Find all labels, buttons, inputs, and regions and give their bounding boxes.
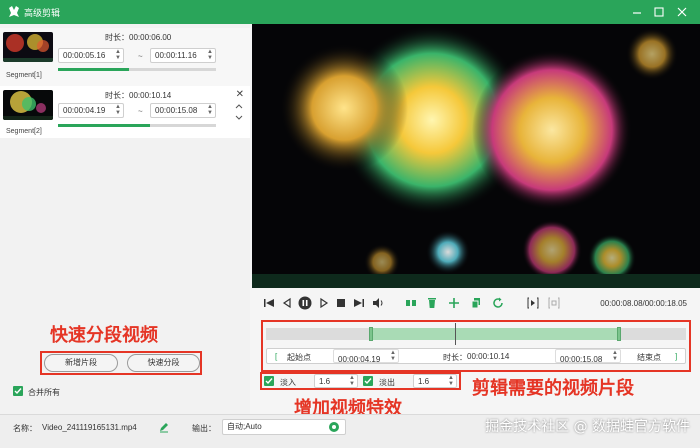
end-time-input[interactable]: 00:00:15.08 ▲ ▼ xyxy=(555,349,621,364)
mark-out-icon[interactable] xyxy=(547,296,561,310)
duration-value: 00:00:10.14 xyxy=(467,352,510,361)
segment-start-time-input[interactable]: 00:00:04.19 ▲ ▼ xyxy=(58,103,124,118)
video-preview xyxy=(252,24,700,288)
time-spinner-icon[interactable]: ▲ ▼ xyxy=(206,104,214,116)
value-spinner-icon[interactable]: ▲ ▼ xyxy=(447,375,455,387)
timeline-start-handle[interactable] xyxy=(369,327,373,341)
time-readout: 00:00:08.08/00:00:18.05 xyxy=(600,299,687,308)
right-bracket-icon[interactable]: ] xyxy=(675,352,677,361)
time-spinner-icon[interactable]: ▲ ▼ xyxy=(114,49,122,61)
timeline-selected-range xyxy=(371,328,619,340)
title-bar: 高级剪辑 xyxy=(0,0,700,24)
end-time-value: 00:00:15.08 xyxy=(560,355,603,364)
app-logo-icon xyxy=(7,5,21,19)
fade-in-input[interactable]: 1.6 ▲ ▼ xyxy=(314,374,358,388)
reset-icon[interactable] xyxy=(491,296,505,310)
segment-duration: 时长：00:00:06.00 xyxy=(105,33,172,42)
range-separator: ~ xyxy=(138,107,143,116)
fade-out-label: 淡出 xyxy=(379,378,395,387)
segment-progress-bar xyxy=(58,124,216,127)
range-separator: ~ xyxy=(138,52,143,61)
segment-thumbnail xyxy=(3,90,53,120)
segment-list-panel: 时长：00:00:06.00 00:00:05.16 ▲ ▼ ~ 00:00:11… xyxy=(0,24,250,438)
segment-item-1[interactable]: 时长：00:00:06.00 00:00:05.16 ▲ ▼ ~ 00:00:11… xyxy=(0,28,250,86)
merge-all-checkbox[interactable] xyxy=(13,386,23,396)
add-icon[interactable] xyxy=(447,296,461,310)
duration-label: 时长： xyxy=(443,353,467,362)
end-point-label[interactable]: 结束点 xyxy=(637,352,661,363)
reorder-arrows-icon[interactable] xyxy=(234,102,244,122)
start-time-value: 00:00:04.19 xyxy=(338,355,381,364)
fade-out-checkbox[interactable] xyxy=(363,376,373,386)
value-spinner-icon[interactable]: ▲ ▼ xyxy=(348,375,356,387)
timeline-playhead[interactable] xyxy=(455,323,456,345)
time-spinner-icon[interactable]: ▲ ▼ xyxy=(389,350,397,362)
segment-thumbnail xyxy=(3,32,53,62)
segment-item-2[interactable]: 时长：00:00:10.14 00:00:04.19 ▲ ▼ ~ 00:00:15… xyxy=(0,86,250,138)
window-title: 高级剪辑 xyxy=(24,9,61,19)
segment-progress-fill xyxy=(58,68,130,71)
previous-frame-icon[interactable] xyxy=(280,296,294,310)
segment-start-time-input[interactable]: 00:00:05.16 ▲ ▼ xyxy=(58,48,124,63)
segment-progress-fill xyxy=(58,124,150,127)
time-spinner-icon[interactable]: ▲ ▼ xyxy=(611,350,619,362)
segment-end-time-value: 00:00:11.16 xyxy=(155,51,197,60)
output-label: 输出： xyxy=(192,424,216,433)
maximize-icon[interactable] xyxy=(651,4,667,20)
delete-icon[interactable] xyxy=(425,296,439,310)
callout-clip-needed: 剪辑需要的视频片段 xyxy=(472,378,634,399)
segment-start-time-value: 00:00:05.16 xyxy=(63,51,106,60)
segment-duration: 时长：00:00:10.14 xyxy=(105,91,172,100)
trim-row: [ 起始点 00:00:04.19 ▲ ▼ 时长： 00:00:10.14 00:… xyxy=(266,348,686,364)
output-value: 自动;Auto xyxy=(227,422,262,431)
callout-quick-segment: 快速分段视频 xyxy=(50,325,158,346)
minimize-icon[interactable] xyxy=(629,4,645,20)
segment-end-time-input[interactable]: 00:00:11.16 ▲ ▼ xyxy=(150,48,216,63)
segment-label: Segment[2] xyxy=(6,128,42,135)
add-segment-button[interactable]: 新增片段 xyxy=(44,354,118,372)
start-time-input[interactable]: 00:00:04.19 ▲ ▼ xyxy=(333,349,399,364)
fade-in-checkbox[interactable] xyxy=(264,376,274,386)
segment-progress-bar xyxy=(58,68,216,71)
fade-in-value: 1.6 xyxy=(319,377,331,386)
segment-start-time-value: 00:00:04.19 xyxy=(63,106,106,115)
quick-split-button[interactable]: 快速分段 xyxy=(127,354,200,372)
pause-icon[interactable] xyxy=(298,296,312,310)
settings-gear-icon[interactable] xyxy=(328,421,340,433)
timeline-track[interactable] xyxy=(266,323,686,345)
skip-to-end-icon[interactable] xyxy=(352,296,366,310)
mark-in-icon[interactable] xyxy=(526,296,540,310)
merge-all-label: 合并所有 xyxy=(28,388,60,397)
timeline-end-handle[interactable] xyxy=(616,327,621,341)
watermark-text: 掘金技术社区 @ 数据蛙官方软件 xyxy=(485,419,690,435)
left-bracket-icon[interactable]: [ xyxy=(275,352,277,361)
fade-in-label: 淡入 xyxy=(280,378,296,387)
segment-end-time-value: 00:00:15.08 xyxy=(155,106,198,115)
name-label: 名称： xyxy=(13,424,37,433)
skip-to-start-icon[interactable] xyxy=(262,296,276,310)
edit-name-icon[interactable] xyxy=(158,421,170,433)
output-filename: Video_241119165131.mp4 xyxy=(42,423,137,432)
close-icon[interactable] xyxy=(674,4,690,20)
fireworks-image xyxy=(252,24,700,288)
stop-icon[interactable] xyxy=(334,296,348,310)
split-icon[interactable] xyxy=(404,296,418,310)
fade-out-value: 1.6 xyxy=(418,377,430,386)
next-frame-icon[interactable] xyxy=(317,296,331,310)
volume-icon[interactable] xyxy=(371,296,385,310)
copy-icon[interactable] xyxy=(469,296,483,310)
start-point-label[interactable]: 起始点 xyxy=(287,352,311,363)
time-spinner-icon[interactable]: ▲ ▼ xyxy=(114,104,122,116)
fade-out-input[interactable]: 1.6 ▲ ▼ xyxy=(413,374,457,388)
segment-label: Segment[1] xyxy=(6,72,42,79)
segment-end-time-input[interactable]: 00:00:15.08 ▲ ▼ xyxy=(150,103,216,118)
remove-segment-icon[interactable]: ✕ xyxy=(236,89,244,100)
time-spinner-icon[interactable]: ▲ ▼ xyxy=(206,49,214,61)
